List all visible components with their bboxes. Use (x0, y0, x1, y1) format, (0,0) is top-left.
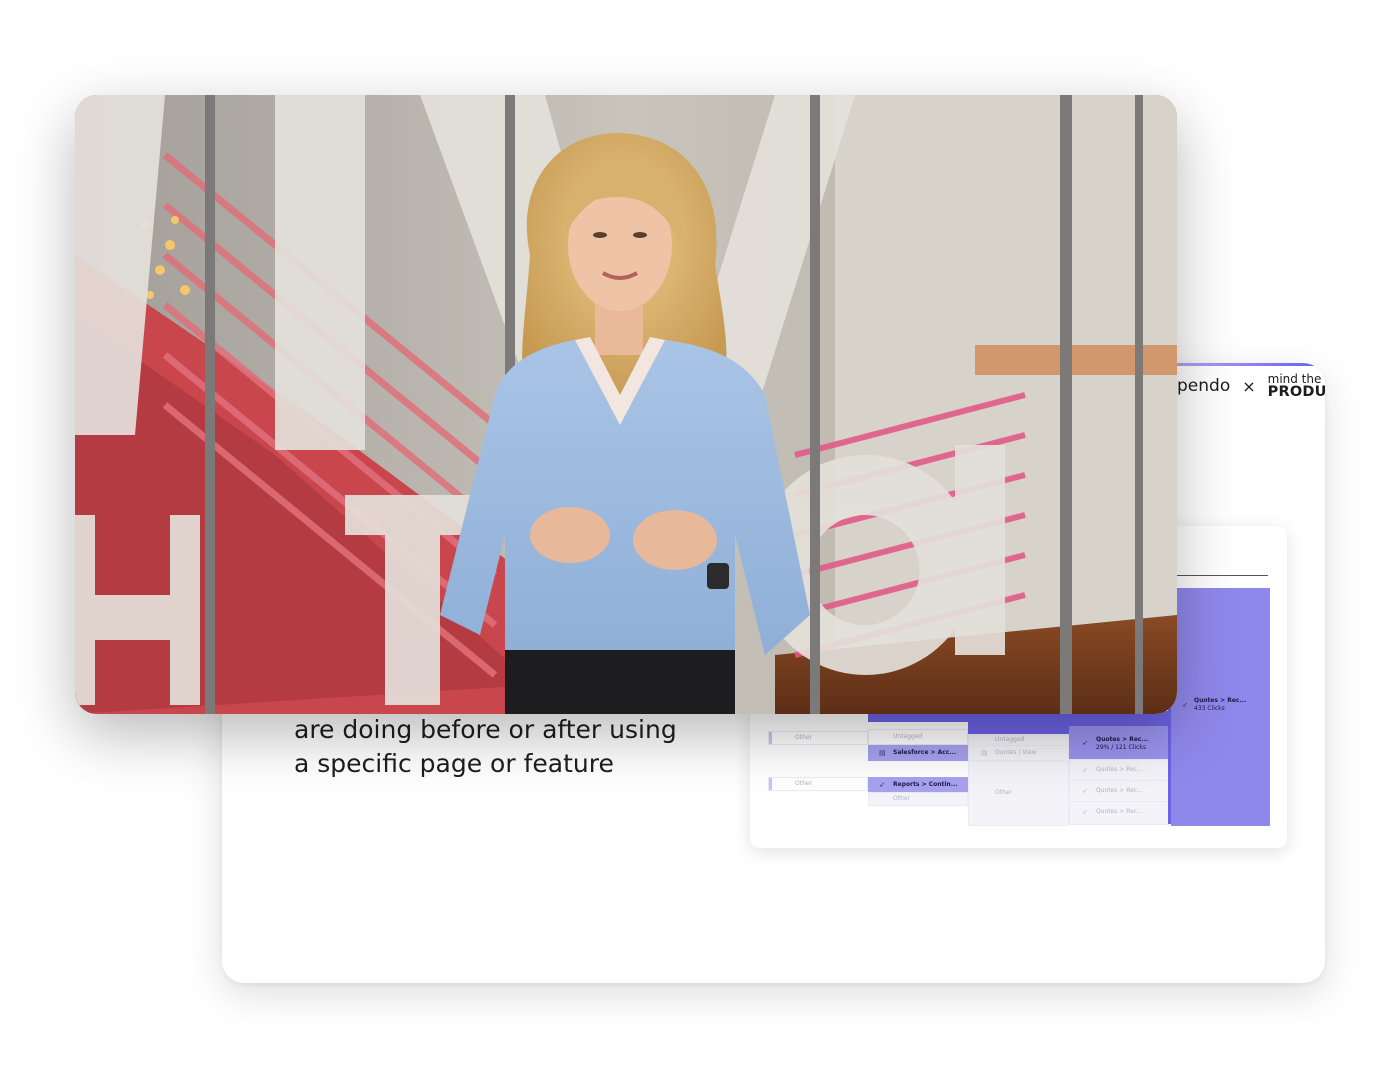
path-node[interactable]: Other (768, 731, 868, 745)
path-node[interactable]: ➶ Quotes > Rec... (1069, 759, 1170, 781)
caption-line-2: a specific page or feature (294, 749, 614, 778)
path-node-destination[interactable]: ➶ Quotes > Rec... 433 Clicks (1171, 588, 1270, 826)
click-icon: ➶ (1082, 767, 1088, 774)
slide-caption: are doing before or after using a specif… (294, 713, 677, 781)
page-icon: ▤ (981, 750, 988, 757)
video-player[interactable] (75, 95, 1177, 714)
caption-line-1: are doing before or after using (294, 715, 677, 744)
path-node[interactable]: ▤ Salesforce > Acc... (868, 745, 968, 761)
path-node[interactable]: Untagged (868, 729, 968, 745)
path-node[interactable]: ➶ Quotes > Rec... (1069, 801, 1170, 825)
brand-lockup: pendo × mind the PRODUCT (1177, 373, 1325, 400)
click-icon: ➶ (1082, 809, 1088, 816)
path-node[interactable]: Other (868, 792, 968, 806)
path-node[interactable] (968, 711, 1069, 735)
click-icon: ➶ (1082, 740, 1088, 747)
path-node[interactable]: ▤ Quotes | View (968, 745, 1069, 761)
click-icon: ➶ (879, 782, 885, 789)
click-icon: ➶ (1182, 702, 1188, 709)
pendo-logo: pendo (1177, 376, 1231, 397)
path-node-selected[interactable]: ➶ Quotes > Rec... 29% / 121 Clicks (1069, 726, 1170, 760)
video-frame-image (75, 95, 1177, 714)
path-node[interactable]: Other (968, 760, 1069, 826)
mind-the-product-logo: mind the PRODUCT (1267, 372, 1325, 400)
path-node[interactable]: ➶ Quotes > Rec... (1069, 780, 1170, 802)
path-node[interactable]: ➶ Reports > Contin... (868, 777, 968, 793)
path-node[interactable]: Other (768, 777, 868, 791)
page-icon: ▤ (879, 750, 886, 757)
brand-separator: × (1242, 376, 1256, 396)
click-icon: ➶ (1082, 788, 1088, 795)
